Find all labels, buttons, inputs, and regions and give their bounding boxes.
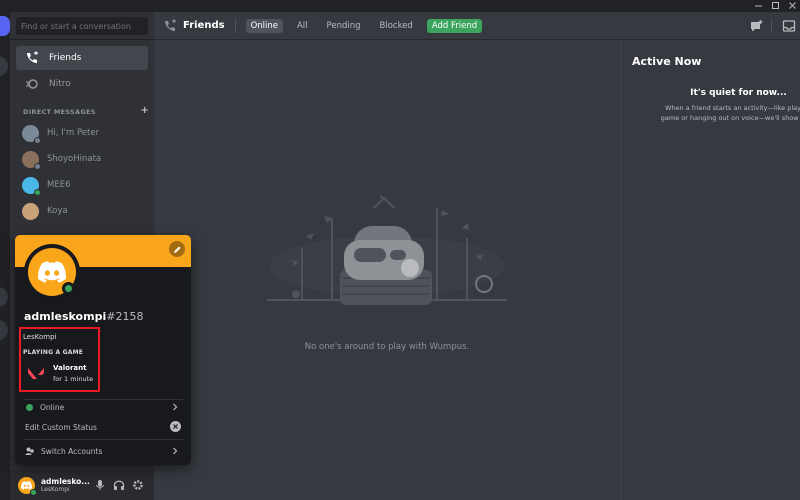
tab-pending[interactable]: Pending	[322, 19, 366, 33]
avatar	[22, 202, 39, 220]
dm-header-label: DIRECT MESSAGES	[23, 108, 96, 116]
active-now-empty-title: It's quiet for now...	[690, 88, 787, 98]
gear-icon[interactable]	[132, 479, 144, 491]
status-indicator	[34, 136, 41, 144]
active-now-panel: Active Now It's quiet for now... When a …	[620, 40, 800, 500]
header-divider	[234, 18, 236, 33]
chevron-right-icon	[173, 447, 178, 455]
edit-profile-button[interactable]	[169, 241, 185, 257]
profile-username: admleskompi#2158	[24, 310, 143, 323]
server-icon[interactable]	[0, 287, 8, 307]
server-icon[interactable]	[0, 56, 8, 76]
active-now-empty-description: When a friend starts an activity—like pl…	[633, 103, 800, 123]
discord-logo-icon	[38, 261, 66, 283]
server-icon[interactable]	[0, 320, 8, 340]
friends-icon	[165, 19, 176, 31]
minimize-icon[interactable]	[754, 1, 763, 10]
switch-accounts-button[interactable]: Switch Accounts	[23, 442, 183, 460]
chevron-right-icon	[173, 403, 178, 411]
switch-accounts-icon	[25, 447, 34, 455]
dm-item[interactable]: Koya	[16, 199, 148, 223]
close-icon[interactable]	[788, 1, 797, 10]
home-button[interactable]	[0, 16, 10, 36]
status-indicator	[62, 282, 75, 295]
valorant-icon	[28, 368, 44, 379]
custom-status-label: Edit Custom Status	[25, 422, 97, 432]
tab-online[interactable]: Online	[245, 18, 283, 33]
server-rail	[0, 12, 10, 500]
page-title: Friends	[183, 20, 225, 31]
wumpus-illustration	[267, 195, 507, 305]
status-indicator	[30, 488, 37, 496]
online-status-icon	[26, 403, 33, 411]
discord-app: Friends Nitro DIRECT MESSAGES + Hi, I'm …	[0, 0, 800, 500]
main-header: Friends Online All Pending Blocked Add F…	[154, 12, 800, 40]
status-indicator	[34, 188, 41, 196]
maximize-icon[interactable]	[771, 1, 780, 10]
profile-nickname: LesKompi	[23, 333, 57, 341]
close-icon	[173, 424, 178, 429]
sidebar-item-label: Nitro	[49, 79, 71, 89]
description-line: game or hanging out on voice—we'll show …	[660, 114, 800, 122]
status-label: Online	[40, 402, 65, 412]
status-selector[interactable]: Online	[23, 398, 183, 416]
dm-name: Koya	[47, 206, 68, 216]
friends-main-panel: No one's around to play with Wumpus.	[154, 40, 620, 500]
avatar	[22, 176, 41, 196]
pencil-icon	[173, 246, 180, 253]
title-bar	[0, 0, 800, 12]
add-friend-button[interactable]: Add Friend	[426, 18, 483, 33]
status-indicator	[34, 162, 41, 170]
sidebar-item-label: Friends	[49, 53, 82, 63]
dm-name: MEE6	[47, 180, 71, 190]
description-line: When a friend starts an activity—like pl…	[664, 104, 800, 112]
sidebar-item-nitro[interactable]: Nitro	[16, 72, 148, 96]
divider	[23, 439, 183, 440]
sidebar-item-friends[interactable]: Friends	[16, 46, 148, 70]
dm-section-header: DIRECT MESSAGES +	[23, 106, 149, 117]
header-divider	[771, 20, 772, 32]
tab-all[interactable]: All	[292, 19, 313, 33]
game-name: Valorant	[53, 364, 87, 372]
discord-logo-icon	[21, 480, 32, 490]
username: admleskompi	[24, 310, 107, 323]
user-info: admlesko... LesKompi	[41, 477, 90, 494]
microphone-icon[interactable]	[94, 479, 106, 491]
avatar	[22, 124, 41, 144]
new-group-dm-icon[interactable]	[750, 19, 764, 33]
game-elapsed-time: for 1 minute	[53, 375, 94, 383]
dm-name: ShoyoHinata	[47, 154, 102, 164]
inbox-icon[interactable]	[782, 19, 796, 33]
add-dm-button[interactable]: +	[140, 106, 149, 116]
avatar	[22, 150, 41, 170]
edit-custom-status-button[interactable]: Edit Custom Status	[23, 418, 183, 436]
switch-accounts-label: Switch Accounts	[41, 446, 103, 456]
active-now-title: Active Now	[632, 55, 702, 68]
user-name: admlesko...	[41, 476, 90, 486]
tab-blocked[interactable]: Blocked	[375, 19, 418, 33]
dm-item[interactable]: MEE6	[16, 173, 148, 197]
avatar[interactable]	[18, 476, 37, 496]
nitro-icon	[25, 77, 39, 91]
activity-header: PLAYING A GAME	[23, 349, 84, 356]
clear-status-button[interactable]	[170, 421, 181, 432]
dm-name: Hi, I'm Peter	[47, 128, 100, 138]
search-bar	[10, 12, 154, 40]
dm-item[interactable]: ShoyoHinata	[16, 147, 148, 171]
user-profile-popout: admleskompi#2158 LesKompi PLAYING A GAME…	[15, 235, 191, 465]
headphones-icon[interactable]	[113, 479, 125, 491]
discriminator: #2158	[106, 310, 144, 323]
user-panel: admlesko... LesKompi	[10, 470, 154, 500]
empty-state-message: No one's around to play with Wumpus.	[304, 342, 470, 352]
friends-icon	[25, 51, 39, 65]
search-input[interactable]	[16, 17, 148, 35]
dm-item[interactable]: Hi, I'm Peter	[16, 121, 148, 145]
user-tag: LesKompi	[41, 485, 70, 493]
